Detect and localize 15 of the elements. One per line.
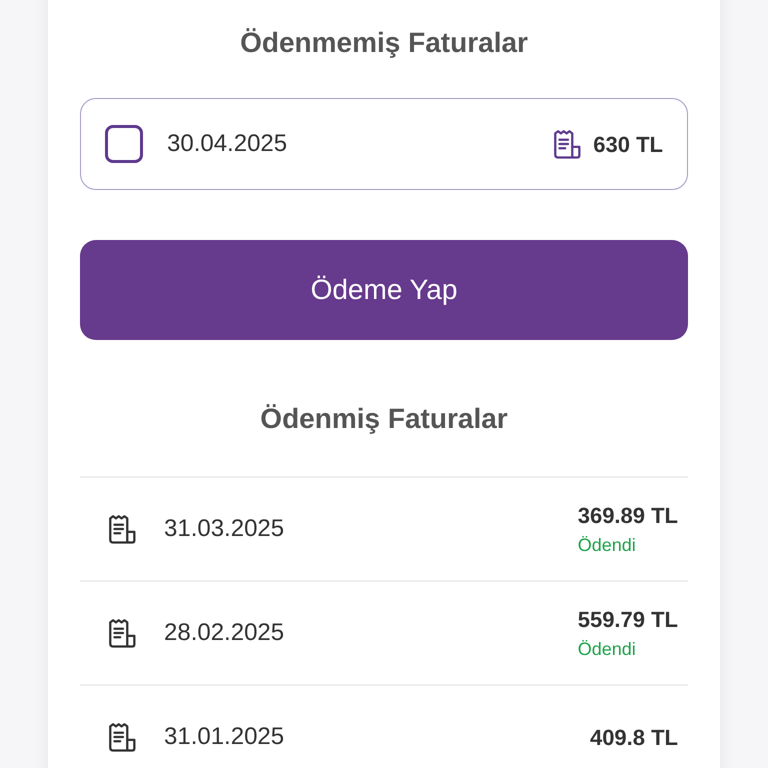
invoice-amount: 409.8 TL [590, 724, 678, 752]
invoice-amount: 559.79 TL [578, 606, 678, 634]
invoice-amount: 630 TL [593, 130, 663, 158]
invoice-date: 28.02.2025 [164, 618, 284, 648]
invoice-amount: 369.89 TL [578, 502, 678, 530]
checkbox[interactable] [105, 125, 143, 163]
invoice-date: 31.03.2025 [164, 514, 284, 544]
invoice-date: 31.01.2025 [164, 722, 284, 752]
invoice-card[interactable]: 30.04.2025 630 TL [80, 98, 688, 190]
section-title: Ödenmiş Faturalar [259, 402, 509, 436]
pay-button[interactable]: Ödeme Yap [80, 240, 688, 340]
paid-status: Ödendi [578, 534, 636, 557]
invoice-date: 30.04.2025 [167, 129, 288, 159]
paid-status: Ödendi [578, 638, 636, 661]
section-title: Ödenmemiş Faturalar [239, 26, 529, 60]
